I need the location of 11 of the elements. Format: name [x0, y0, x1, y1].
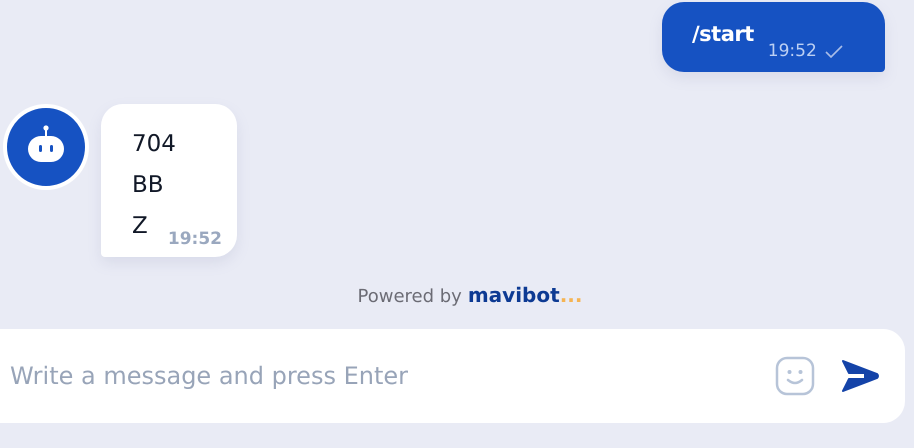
brand-logo[interactable]: mavibot...	[468, 283, 582, 307]
send-icon[interactable]	[841, 359, 879, 393]
message-line: Z	[132, 212, 148, 241]
message-line: BB	[132, 171, 164, 200]
message-time: 19:52	[768, 41, 817, 61]
message-text: /start	[692, 22, 754, 46]
message-line: 704	[132, 130, 176, 159]
powered-by-text: Powered by	[358, 286, 462, 307]
message-input[interactable]: Write a message and press Enter	[10, 362, 749, 390]
message-time: 19:52	[168, 229, 222, 249]
robot-avatar-icon	[3, 104, 89, 190]
